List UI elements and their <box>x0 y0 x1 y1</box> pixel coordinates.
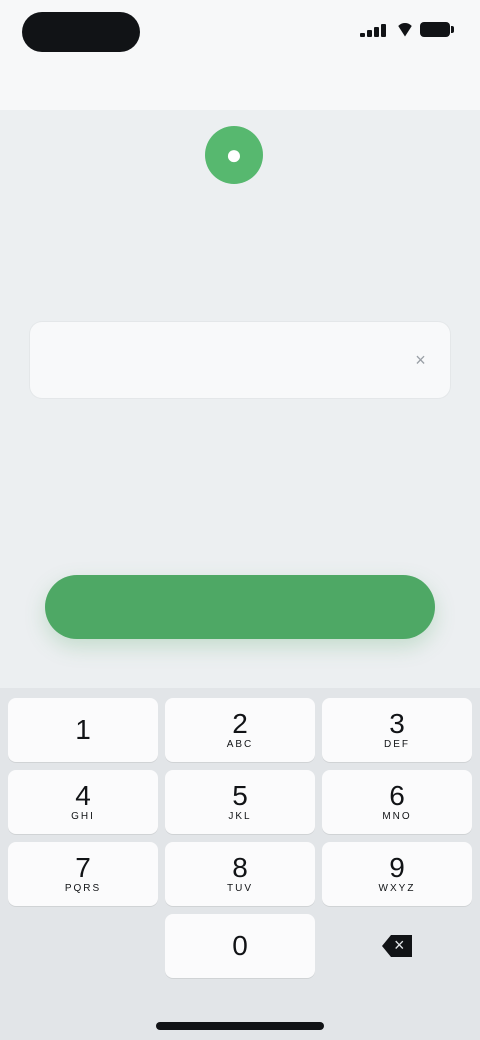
keypad-delete-key[interactable] <box>322 914 472 978</box>
keypad-key-3-number: 3 <box>389 708 405 739</box>
keypad-key-9[interactable]: 9 WXYZ <box>322 842 472 906</box>
keypad-key-3[interactable]: 3 DEF <box>322 698 472 762</box>
keypad-key-2-letters: ABC <box>226 739 254 750</box>
keypad-key-8[interactable]: 8 TUV <box>165 842 315 906</box>
keypad-key-5[interactable]: 5 JKL <box>165 770 315 834</box>
brand-logo-icon: ● <box>205 126 263 184</box>
home-indicator <box>156 1022 324 1030</box>
battery-icon <box>420 22 454 37</box>
keypad-key-2-number: 2 <box>232 708 248 739</box>
keypad-row-1: 1 2 ABC 3 DEF <box>8 698 472 762</box>
notice-link-row <box>0 470 480 500</box>
keypad-key-2[interactable]: 2 ABC <box>165 698 315 762</box>
keypad-key-8-number: 8 <box>232 852 248 883</box>
numeric-keypad: 1 2 ABC 3 DEF 4 GHI 5 JKL 6 MNO 7 PQRS 8… <box>0 688 480 1040</box>
keypad-key-4-number: 4 <box>75 780 91 811</box>
keypad-key-0-number: 0 <box>232 930 248 961</box>
keypad-key-0[interactable]: 0 <box>165 914 315 978</box>
keypad-key-3-letters: DEF <box>384 739 410 750</box>
keypad-key-8-letters: TUV <box>227 883 253 894</box>
brand: ● <box>0 126 480 184</box>
keypad-row-2: 4 GHI 5 JKL 6 MNO <box>8 770 472 834</box>
phone-field[interactable]: × <box>30 322 450 398</box>
keypad-key-6-letters: MNO <box>382 811 412 822</box>
keypad-key-1[interactable]: 1 <box>8 698 158 762</box>
keypad-key-6[interactable]: 6 MNO <box>322 770 472 834</box>
primary-button[interactable] <box>45 575 435 639</box>
keypad-key-6-number: 6 <box>389 780 405 811</box>
phone-number-input[interactable] <box>172 336 410 384</box>
keypad-key-5-number: 5 <box>232 780 248 811</box>
keypad-key-4[interactable]: 4 GHI <box>8 770 158 834</box>
keypad-row-3: 7 PQRS 8 TUV 9 WXYZ <box>8 842 472 906</box>
signal-icon <box>360 23 390 37</box>
keypad-key-9-letters: WXYZ <box>378 883 416 894</box>
status-bar <box>0 0 480 60</box>
keypad-key-empty <box>8 914 158 978</box>
keypad-key-7[interactable]: 7 PQRS <box>8 842 158 906</box>
status-time <box>22 12 140 52</box>
keypad-key-7-letters: PQRS <box>64 883 102 894</box>
keypad-key-4-letters: GHI <box>71 811 95 822</box>
status-icons <box>360 22 454 37</box>
keypad-key-5-letters: JKL <box>228 811 252 822</box>
login-screen: ● × 1 2 ABC 3 DEF 4 GHI 5 JKL 6 MNO 7 PQ… <box>0 0 480 1040</box>
keypad-key-9-number: 9 <box>389 852 405 883</box>
keypad-key-1-number: 1 <box>75 714 91 745</box>
wifi-icon <box>396 22 414 37</box>
clear-icon[interactable]: × <box>409 348 432 372</box>
keypad-key-7-number: 7 <box>75 852 91 883</box>
delete-icon <box>382 934 412 957</box>
keypad-row-4: 0 <box>8 914 472 978</box>
